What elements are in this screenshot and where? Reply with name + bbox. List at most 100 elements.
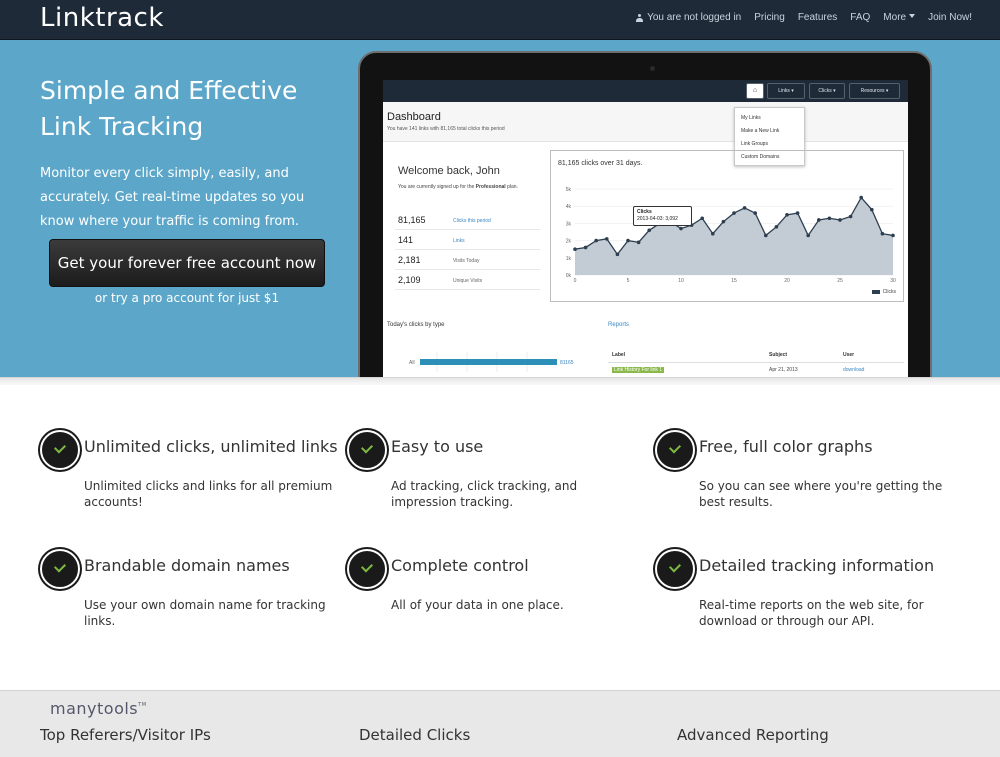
data-point	[838, 218, 842, 222]
nav-faq[interactable]: FAQ	[850, 12, 870, 23]
stat-value: 141	[398, 235, 414, 245]
stat-label: Clicks this period	[453, 218, 491, 224]
stat-value: 81,165	[398, 215, 426, 225]
feature-title: Free, full color graphs	[699, 437, 873, 456]
feature-description: All of your data in one place.	[391, 598, 564, 612]
report-download-link: download	[843, 367, 865, 373]
type-bar-label: All	[409, 360, 415, 366]
data-point	[615, 252, 620, 257]
legend-swatch	[871, 290, 880, 294]
feature-description: Unlimited clicks and links for all premi…	[84, 479, 333, 509]
hero-title: Simple and Effective Link Tracking	[40, 76, 298, 141]
type-bar-value: 81165	[560, 360, 574, 366]
stat-label: Visits Today	[453, 258, 480, 264]
check-icon	[40, 549, 80, 589]
nav-pricing[interactable]: Pricing	[754, 12, 785, 23]
nav-join[interactable]: Join Now!	[928, 12, 972, 23]
laptop-frame: ⌂ Links ▾ Clicks ▾ Resources ▾ Dashboard…	[358, 51, 932, 377]
feature-title: Detailed tracking information	[699, 556, 935, 575]
check-icon	[40, 430, 80, 470]
nav-more-label: More	[883, 12, 907, 23]
pro-account-link[interactable]: or try a pro account for just $1	[49, 291, 325, 305]
stat-label: Unique Visits	[453, 278, 483, 284]
app-resources-label: Resources	[860, 88, 885, 94]
chevron-down-icon	[909, 14, 916, 18]
app-links-button: Links ▾	[767, 83, 805, 99]
y-tick-label: 3k	[566, 221, 572, 227]
header-subject: Subject	[769, 352, 788, 358]
stats-list: 81,165 Clicks this period 141 Links 2,181 V…	[395, 210, 540, 290]
data-point	[605, 237, 609, 241]
login-status: You are not logged in	[636, 12, 741, 23]
chart-legend: Clicks	[871, 289, 896, 295]
y-tick-label: 5k	[566, 187, 572, 193]
series-area	[575, 197, 893, 275]
header-label: Label	[612, 352, 626, 358]
stat-row: 81,165 Clicks this period	[395, 210, 540, 230]
feature-description: Real-time reports on the web site, for d…	[699, 598, 924, 628]
free-account-button[interactable]: Get your forever free account now	[49, 239, 325, 287]
data-point	[573, 247, 577, 251]
nav-features[interactable]: Features	[798, 12, 837, 23]
data-point	[700, 216, 704, 221]
x-tick-label: 20	[784, 278, 790, 284]
data-point	[859, 195, 863, 200]
data-point	[594, 238, 598, 243]
reports-table-header: Label Subject User	[608, 348, 904, 363]
data-point	[817, 218, 821, 222]
stat-row: 2,181 Visits Today	[395, 250, 540, 270]
feature-title: Unlimited clicks, unlimited links	[84, 437, 338, 456]
data-point	[764, 233, 768, 238]
x-tick-label: 25	[837, 278, 843, 284]
plan-text: You are currently signed up for the Prof…	[398, 183, 528, 191]
manytools-logo[interactable]: manytoolsTM	[50, 699, 147, 718]
plan-name: Professional	[475, 184, 506, 190]
clicks-chart-svg: 0k 1k 2k 3k 4k 5k 0 5 10 15 20 25 30	[566, 187, 896, 284]
welcome-heading: Welcome back, John	[398, 165, 500, 177]
data-point	[880, 231, 885, 236]
top-navbar: Linktrack You are not logged in Pricing …	[0, 0, 1000, 40]
check-icon	[347, 549, 387, 589]
check-icon	[655, 430, 695, 470]
brand-logo[interactable]: Linktrack	[40, 3, 164, 33]
y-tick-label: 2k	[566, 239, 572, 245]
data-point	[870, 207, 874, 212]
stat-label: Links	[453, 238, 465, 244]
footer-heading: Advanced Reporting	[677, 726, 829, 744]
app-clicks-label: Clicks	[818, 88, 832, 94]
data-point	[626, 238, 630, 243]
report-subject: Apr 21, 2013	[769, 367, 798, 373]
dashboard-screenshot: ⌂ Links ▾ Clicks ▾ Resources ▾ Dashboard…	[383, 80, 908, 377]
stat-row: 2,109 Unique Visits	[395, 270, 540, 290]
dashboard-title: Dashboard	[387, 111, 441, 123]
nav-more-dropdown[interactable]: More	[883, 12, 916, 23]
login-status-label: You are not logged in	[647, 12, 742, 23]
y-tick-label: 0k	[566, 273, 572, 279]
feature-description: Ad tracking, click tracking, and impress…	[391, 479, 578, 509]
today-clicks-title: Today's clicks by type	[387, 322, 445, 328]
header-user: User	[843, 352, 855, 358]
data-point	[795, 211, 800, 215]
data-point	[732, 211, 736, 215]
data-point	[827, 216, 832, 221]
tooltip-title: Clicks	[637, 209, 652, 215]
reports-title: Reports	[608, 322, 630, 328]
x-tick-label: 15	[731, 278, 737, 284]
reports-table: Label Subject User Link History For link…	[608, 348, 904, 377]
data-point	[785, 213, 789, 217]
dashboard-subtitle: You have 141 links with 81,165 total cli…	[387, 126, 505, 132]
tooltip-value: 2013-04-03: 3,092	[637, 216, 678, 222]
y-tick-label: 4k	[566, 204, 572, 210]
feature-description: Use your own domain name for tracking li…	[84, 598, 326, 628]
dashboard-header: Dashboard You have 141 links with 81,165…	[383, 102, 908, 142]
trademark-mark: TM	[138, 702, 147, 708]
plan-suffix: plan.	[507, 184, 518, 190]
clicks-chart: 81,165 clicks over 31 days. 0k 1k 2k 3k 4k 5k…	[550, 150, 904, 302]
app-clicks-button: Clicks ▾	[809, 83, 845, 99]
data-point	[753, 211, 757, 215]
footer-heading: Detailed Clicks	[359, 726, 471, 744]
data-point	[679, 226, 683, 231]
plan-prefix: You are currently signed up for the	[398, 184, 475, 190]
data-point	[774, 225, 779, 229]
clicks-by-type-bar: All 81165	[409, 352, 574, 372]
